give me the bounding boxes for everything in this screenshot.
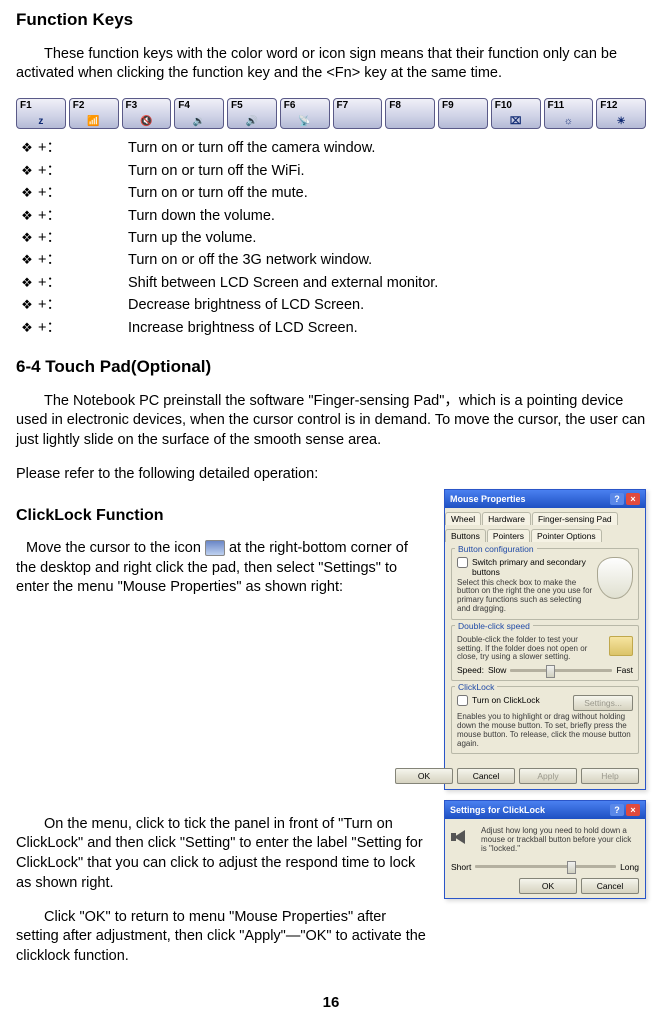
turn-on-clicklock-checkbox[interactable] [457,695,468,706]
help-dlg-button[interactable]: Help [581,768,639,784]
fkey-f2: F2📶 [69,98,119,129]
fkey-f7: F7 [333,98,383,129]
fn-shortcut-item: ❖+：Turn on or turn off the WiFi. [16,160,646,182]
fkey-f12: F12☀ [596,98,646,129]
section-title-touchpad: 6-4 Touch Pad(Optional) [16,357,646,377]
subsection-title-clicklock: ClickLock Function [16,507,430,525]
ok-button[interactable]: OK [395,768,453,784]
sound-icon [451,827,475,847]
fkey-f8: F8 [385,98,435,129]
fn-shortcut-list: ❖+：Turn on or turn off the camera window… [16,137,646,339]
dialog-title: Mouse Properties [450,494,526,504]
touchpad-paragraph: The Notebook PC preinstall the software … [16,392,646,451]
dialog-title: Settings for ClickLock [450,805,545,815]
tab-pointers[interactable]: Pointers [487,529,530,542]
fkey-f9: F9 [438,98,488,129]
mouse-icon [597,557,633,599]
cancel-button[interactable]: Cancel [457,768,515,784]
fkey-f10: F10⌧ [491,98,541,129]
clicklock-paragraph-2: On the menu, click to tick the panel in … [16,815,430,893]
folder-icon [609,636,633,656]
fkey-f11: F11☼ [544,98,594,129]
fkey-f4: F4🔉 [174,98,224,129]
function-keys-bar: F1zF2📶F3🔇F4🔉F5🔊F6📡F7F8F9F10⌧F11☼F12☀ [16,98,646,129]
tab-buttons[interactable]: Buttons [445,529,486,542]
fn-shortcut-item: ❖+：Increase brightness of LCD Screen. [16,317,646,339]
fn-shortcut-item: ❖+：Turn down the volume. [16,205,646,227]
tab-hardware[interactable]: Hardware [482,512,531,525]
tab-wheel[interactable]: Wheel [445,512,481,525]
fn-shortcut-item: ❖+：Turn up the volume. [16,227,646,249]
fn-shortcut-item: ❖+：Turn on or off the 3G network window. [16,249,646,271]
ok-button[interactable]: OK [519,878,577,894]
touchpad-note: Please refer to the following detailed o… [16,465,646,485]
tab-finger-sensing-pad[interactable]: Finger-sensing Pad [532,512,618,525]
close-button[interactable]: × [626,493,640,505]
tray-icon [205,540,225,556]
clicklock-paragraph-1: Move the cursor to the icon at the right… [16,539,430,598]
group-button-config: Button configuration Switch primary and … [451,548,639,620]
page-number: 16 [16,994,646,1011]
fkey-f1: F1z [16,98,66,129]
apply-button[interactable]: Apply [519,768,577,784]
fkey-f3: F3🔇 [122,98,172,129]
fkey-f6: F6📡 [280,98,330,129]
fn-shortcut-item: ❖+：Turn on or turn off the mute. [16,182,646,204]
help-button[interactable]: ? [610,493,624,505]
clicklock-paragraph-3: Click "OK" to return to menu "Mouse Prop… [16,908,430,967]
cancel-button[interactable]: Cancel [581,878,639,894]
intro-paragraph: These function keys with the color word … [16,45,646,84]
help-button[interactable]: ? [610,804,624,816]
tab-pointer-options[interactable]: Pointer Options [531,529,602,542]
close-button[interactable]: × [626,804,640,816]
switch-buttons-checkbox[interactable] [457,557,468,568]
fn-shortcut-item: ❖+：Decrease brightness of LCD Screen. [16,294,646,316]
speed-slider[interactable] [510,669,612,672]
clicklock-settings-button[interactable]: Settings... [573,695,633,711]
tab-row-top: WheelHardwareFinger-sensing Pad [445,508,645,525]
section-title-function-keys: Function Keys [16,10,646,30]
clicklock-duration-slider[interactable] [475,865,616,868]
group-clicklock: ClickLock Settings... Turn on ClickLock … [451,686,639,754]
clicklock-settings-dialog: Settings for ClickLock ? × Adjust how lo… [444,800,646,898]
tab-row-bottom: ButtonsPointersPointer Options [445,525,645,542]
fn-shortcut-item: ❖+：Shift between LCD Screen and external… [16,272,646,294]
fkey-f5: F5🔊 [227,98,277,129]
mouse-properties-dialog: Mouse Properties ? × WheelHardwareFinger… [444,489,646,791]
group-double-click: Double-click speed Double-click the fold… [451,625,639,681]
fn-shortcut-item: ❖+：Turn on or turn off the camera window… [16,137,646,159]
